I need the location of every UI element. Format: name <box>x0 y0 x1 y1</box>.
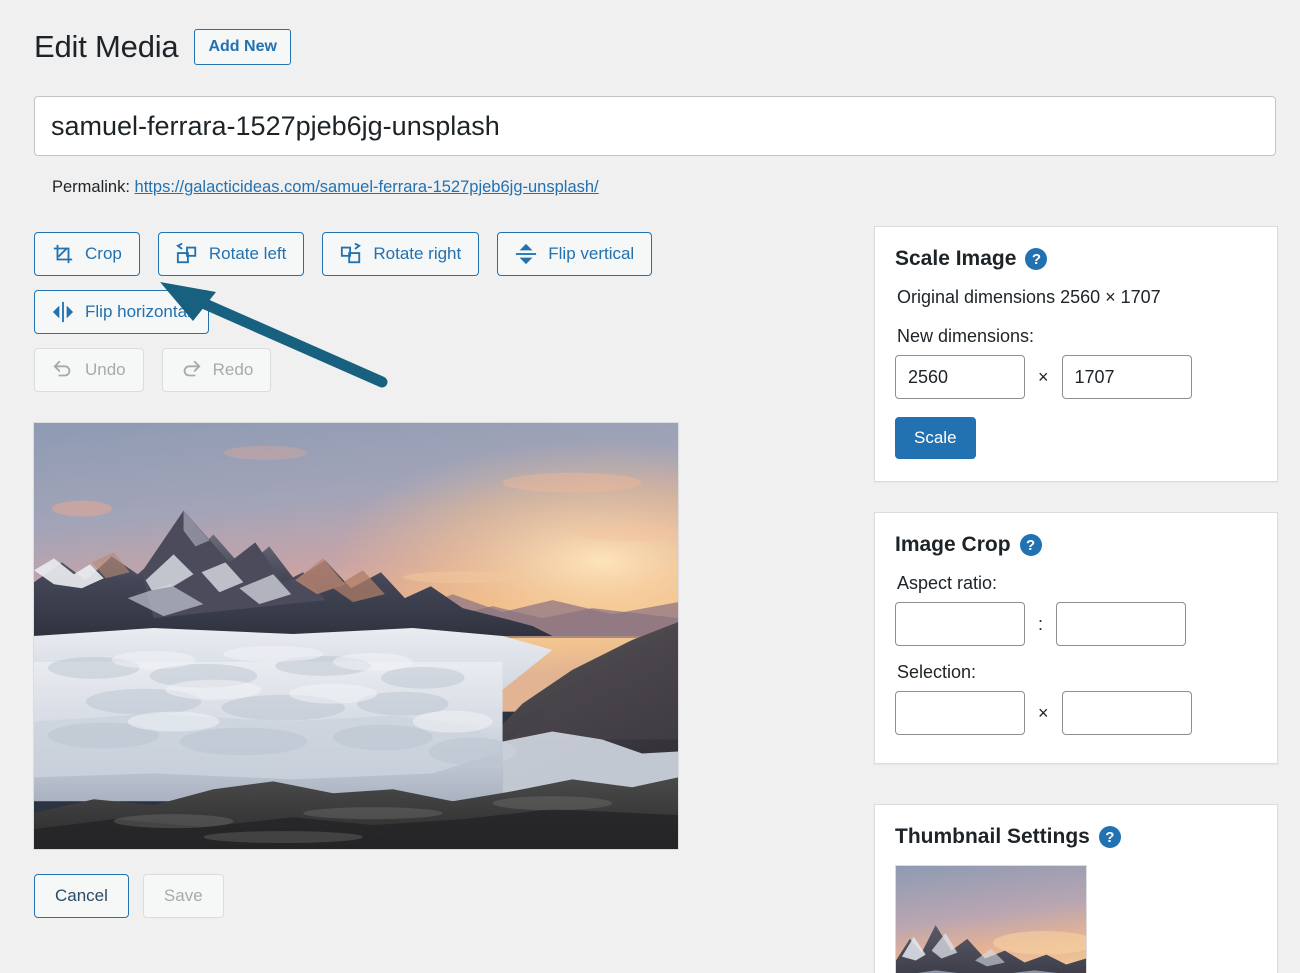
image-crop-panel: Image Crop ? Aspect ratio: : Selection: … <box>874 512 1278 764</box>
flip-horizontal-icon <box>52 301 74 323</box>
scale-button[interactable]: Scale <box>895 417 976 459</box>
selection-height-input[interactable] <box>1061 691 1192 735</box>
permalink: Permalink: https://galacticideas.com/sam… <box>52 178 599 197</box>
thumbnail-settings-title: Thumbnail Settings ? <box>895 825 1257 849</box>
undo-button-label: Undo <box>85 360 126 379</box>
thumbnail-settings-title-text: Thumbnail Settings <box>895 825 1090 848</box>
selection-row: × <box>895 691 1257 735</box>
original-dimensions: Original dimensions 2560 × 1707 <box>897 287 1161 307</box>
scale-image-title-text: Scale Image <box>895 247 1017 270</box>
rotate-left-button-label: Rotate left <box>208 244 287 263</box>
redo-button-label: Redo <box>212 360 254 379</box>
rotate-left-icon <box>175 243 198 265</box>
aspect-ratio-height-input[interactable] <box>1056 602 1187 646</box>
redo-icon <box>180 359 202 381</box>
cancel-button[interactable]: Cancel <box>34 874 129 918</box>
aspect-ratio-row: : <box>895 602 1257 646</box>
aspect-ratio-separator: : <box>1038 613 1044 634</box>
flip-vertical-button-label: Flip vertical <box>548 244 635 263</box>
crop-icon <box>52 243 74 265</box>
crop-button[interactable]: Crop <box>34 232 140 276</box>
toolbar-row-2: Flip horizontal <box>34 290 794 334</box>
edit-media-page: Edit Media Add New Permalink: https://ga… <box>0 0 1300 973</box>
scale-height-input[interactable] <box>1061 355 1192 399</box>
thumbnail-preview[interactable] <box>895 865 1087 973</box>
selection-width-input[interactable] <box>895 691 1025 735</box>
flip-vertical-button[interactable]: Flip vertical <box>497 232 653 276</box>
toolbar-row-3: Undo Redo <box>34 348 794 392</box>
new-dimensions-row: × <box>895 355 1257 399</box>
undo-button[interactable]: Undo <box>34 348 144 392</box>
image-crop-title: Image Crop ? <box>895 533 1257 557</box>
thumbnail-preview-graphic <box>896 866 1086 973</box>
toolbar-row-1: Crop Rotate left Rotate right Flip verti… <box>34 232 794 276</box>
media-title-input[interactable] <box>34 96 1276 156</box>
editor-actions: Cancel Save <box>34 874 224 918</box>
permalink-link[interactable]: https://galacticideas.com/samuel-ferrara… <box>135 178 599 196</box>
image-preview[interactable] <box>33 422 679 850</box>
scale-image-title: Scale Image ? <box>895 247 1257 271</box>
new-dimensions-label: New dimensions: <box>897 326 1035 346</box>
flip-horizontal-button[interactable]: Flip horizontal <box>34 290 209 334</box>
permalink-label: Permalink: <box>52 178 130 196</box>
crop-button-label: Crop <box>85 244 122 263</box>
flip-vertical-icon <box>515 243 537 265</box>
image-preview-graphic <box>34 423 678 849</box>
flip-horizontal-button-label: Flip horizontal <box>85 302 191 321</box>
aspect-ratio-label: Aspect ratio: <box>897 573 998 593</box>
dimension-separator: × <box>1038 366 1049 387</box>
rotate-right-button[interactable]: Rotate right <box>322 232 480 276</box>
aspect-ratio-width-input[interactable] <box>895 602 1025 646</box>
scale-width-input[interactable] <box>895 355 1025 399</box>
page-header: Edit Media Add New <box>34 28 291 65</box>
help-icon[interactable]: ? <box>1019 534 1042 556</box>
selection-label: Selection: <box>897 662 977 682</box>
help-icon[interactable]: ? <box>1098 826 1121 848</box>
rotate-right-icon <box>340 243 362 265</box>
image-crop-title-text: Image Crop <box>895 533 1011 556</box>
thumbnail-settings-panel: Thumbnail Settings ? <box>874 804 1278 973</box>
rotate-left-button[interactable]: Rotate left <box>157 232 305 276</box>
redo-button[interactable]: Redo <box>161 348 272 392</box>
scale-image-panel: Scale Image ? Original dimensions 2560 ×… <box>874 226 1278 482</box>
undo-icon <box>52 359 74 381</box>
image-editor-toolbar: Crop Rotate left Rotate right Flip verti… <box>34 232 794 406</box>
save-button[interactable]: Save <box>142 874 224 918</box>
page-title: Edit Media <box>34 29 179 64</box>
help-icon[interactable]: ? <box>1025 248 1048 270</box>
add-new-button[interactable]: Add New <box>194 28 291 65</box>
rotate-right-button-label: Rotate right <box>373 244 462 263</box>
selection-separator: × <box>1038 702 1049 723</box>
